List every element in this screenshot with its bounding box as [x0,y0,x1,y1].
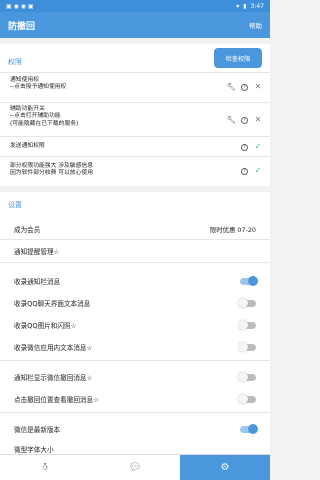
toggle-switch[interactable] [238,342,256,352]
toggle-switch[interactable] [240,424,258,434]
notify-management-row[interactable]: 通知提醒管理☆ [14,244,256,258]
perm-row-subtitle: --点击打开辅助功能 [10,113,61,120]
toggle-label: 收录QQ图片和闪照☆ [14,322,77,330]
close-icon: ✕ [254,115,262,124]
toggle-switch[interactable] [238,298,256,308]
perm-notice-line: 因为软件部分收费 可以放心使用 [10,170,93,177]
close-icon: ✕ [254,82,262,91]
toggle-switch[interactable] [238,320,256,330]
divider [0,262,270,263]
wifi-icon: ▾ [236,2,240,10]
notify-management-label: 通知提醒管理☆ [14,248,60,256]
check-icon: ✓ [254,142,262,151]
wechat-icon: 💬︎ [128,462,142,473]
nav-tab-wechat[interactable]: 💬︎ [90,455,180,480]
toggle-row-qq-images[interactable]: 收录QQ图片和闪照☆ [14,318,256,332]
member-value: 限时优惠 07-20 [209,225,256,234]
help-icon[interactable]: ? [241,143,248,151]
font-size-label: 微型字体大小 [14,446,54,454]
status-right: ▾ ▮ 3:47 [236,3,264,10]
toggle-switch[interactable] [238,394,256,404]
toggle-row-qq-chat[interactable]: 收录QQ聊天界面文本消息 [14,296,256,310]
member-row[interactable]: 成为会员 限时优惠 07-20 [14,222,256,236]
toggle-switch[interactable] [240,276,258,286]
member-label: 成为会员 [14,226,41,234]
divider [0,360,270,361]
perm-row-accessibility[interactable]: 辅助功能开关 --点击打开辅助功能 (可能隐藏在已下载的服务) 🔧︎ ? ✕ [0,102,270,136]
perm-row-notification-access[interactable]: 通知使用权 --点击授予通知使用权 🔧︎ ? ✕ [0,72,270,102]
status-left: ▣ ◉ ◉ ▣ [6,2,34,10]
app-title: 防撤回 [8,21,36,32]
gear-icon: ⚙︎ [220,462,230,473]
help-button[interactable]: 帮助 [249,20,262,30]
check-permissions-button[interactable]: 检查权限 [214,48,262,68]
perm-row-note: (可能隐藏在已下载的服务) [10,120,79,127]
status-time: 3:47 [250,2,264,10]
nav-tab-qq[interactable]: 🐧︎ [0,455,90,480]
perm-row-title: 发送通知权限 [10,143,45,149]
toggle-row-wechat-notify[interactable]: 通知栏显示微信撤回消息☆ [14,370,256,384]
status-bar: ▣ ◉ ◉ ▣ ▾ ▮ 3:47 [0,0,270,12]
app-bar: 防撤回 帮助 [0,12,270,38]
toggle-label: 点击撤回位置查看撤回消息☆ [14,396,100,404]
perm-row-subtitle: --点击授予通知使用权 [10,84,67,91]
qq-icon: 🐧︎ [41,462,49,473]
toggle-switch[interactable] [238,372,256,382]
check-icon: ✓ [254,166,262,175]
help-icon[interactable]: ? [241,83,248,91]
nav-tab-settings[interactable]: ⚙︎ [180,455,270,480]
toggle-row-wechat-text[interactable]: 收录微信应用内文本消息☆ [14,340,256,354]
settings-card: 设置 成为会员 限时优惠 07-20 通知提醒管理☆ 收录通知栏消息 收录QQ聊… [0,192,270,478]
divider [0,412,270,413]
divider [0,239,270,240]
wrench-icon[interactable]: 🔧︎ [227,83,236,91]
toggle-label: 微信是最新版本 [14,426,61,434]
toggle-label: 收录QQ聊天界面文本消息 [14,300,91,308]
help-icon[interactable]: ? [241,167,248,175]
toggle-label: 通知栏显示微信撤回消息☆ [14,374,93,382]
perm-row-send-notification[interactable]: 发送通知权限 ? ✓ [0,136,270,156]
toggle-label: 收录微信应用内文本消息☆ [14,344,93,352]
battery-icon: ▮ [243,2,247,10]
help-icon[interactable]: ? [241,116,248,124]
toggle-row-tap-recall[interactable]: 点击撤回位置查看撤回消息☆ [14,392,256,406]
toggle-row-wechat-latest[interactable]: 微信是最新版本 [14,422,258,436]
permissions-card: 权限 检查权限 通知使用权 --点击授予通知使用权 🔧︎ ? ✕ 辅助功能开关 … [0,44,270,186]
perm-row-notice: 部分权限功能强大 涉及敏感信息 因为软件部分收费 可以放心使用 ? ✓ [0,156,270,186]
toggle-row-notification-bar[interactable]: 收录通知栏消息 [14,274,258,288]
permissions-section-title: 权限 [8,58,22,66]
bottom-navigation: 🐧︎ 💬︎ ⚙︎ [0,454,270,480]
wrench-icon[interactable]: 🔧︎ [227,116,236,124]
settings-section-title: 设置 [8,201,22,209]
toggle-label: 收录通知栏消息 [14,278,61,286]
